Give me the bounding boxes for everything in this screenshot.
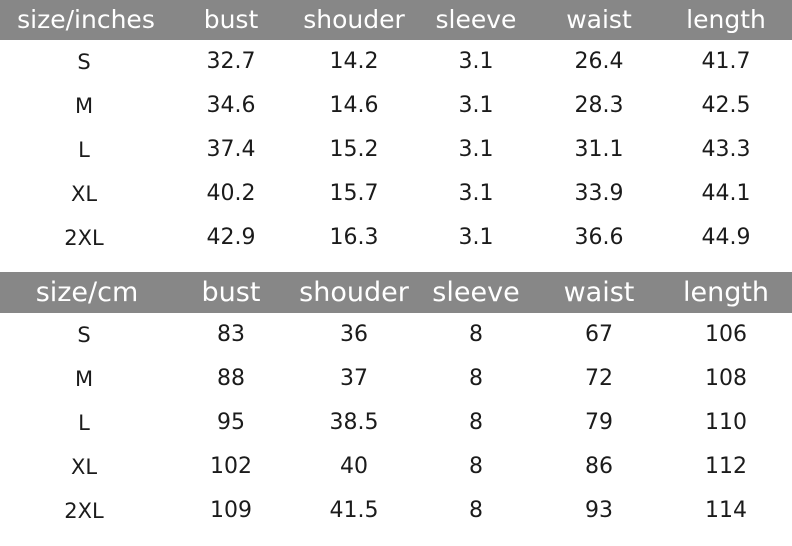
cell-shoulder: 40 [294, 445, 414, 489]
cell-sleeve: 3.1 [414, 84, 538, 128]
header-row: size/cm bust shouder sleeve waist length [0, 272, 792, 313]
column-header-sleeve: sleeve [432, 277, 520, 308]
cell-size: XL [0, 172, 168, 216]
cell-sleeve: 3.1 [414, 128, 538, 172]
cell-bust: 37.4 [168, 128, 294, 172]
cell-waist: 33.9 [538, 172, 660, 216]
table-row: S 32.7 14.2 3.1 26.4 41.7 [0, 40, 792, 84]
cell-length: 108 [660, 357, 792, 401]
column-header-sleeve: sleeve [435, 5, 517, 34]
column-header-bust: bust [203, 5, 259, 34]
column-header-shoulder: shouder [303, 5, 405, 34]
column-header-size-cm: size/cm [35, 277, 139, 308]
cm-table-body: S 83 36 8 67 106 M 88 37 8 72 108 L 95 3… [0, 313, 792, 533]
column-header-waist: waist [566, 5, 632, 34]
cell-waist: 26.4 [538, 40, 660, 84]
cell-length: 112 [660, 445, 792, 489]
cell-length: 41.7 [660, 40, 792, 84]
table-divider [0, 260, 792, 272]
cell-size: L [0, 401, 168, 445]
cell-shoulder: 14.6 [294, 84, 414, 128]
cell-waist: 93 [538, 489, 660, 533]
cell-waist: 36.6 [538, 216, 660, 260]
cell-shoulder: 38.5 [294, 401, 414, 445]
cell-shoulder: 36 [294, 313, 414, 357]
cell-shoulder: 15.7 [294, 172, 414, 216]
inches-table-body: S 32.7 14.2 3.1 26.4 41.7 M 34.6 14.6 3.… [0, 40, 792, 260]
cell-size: 2XL [0, 216, 168, 260]
cell-waist: 67 [538, 313, 660, 357]
cell-size: S [0, 313, 168, 357]
table-row: S 83 36 8 67 106 [0, 313, 792, 357]
cell-sleeve: 3.1 [414, 216, 538, 260]
cell-sleeve: 8 [414, 357, 538, 401]
cell-size: L [0, 128, 168, 172]
cell-bust: 40.2 [168, 172, 294, 216]
cell-waist: 79 [538, 401, 660, 445]
cell-bust: 83 [168, 313, 294, 357]
column-header-length: length [686, 5, 766, 34]
cell-bust: 102 [168, 445, 294, 489]
inches-table-header: size/inches bust shouder sleeve waist le… [0, 0, 792, 40]
cell-bust: 109 [168, 489, 294, 533]
table-row: 2XL 42.9 16.3 3.1 36.6 44.9 [0, 216, 792, 260]
column-header-size-inches: size/inches [17, 5, 155, 34]
cell-waist: 31.1 [538, 128, 660, 172]
cell-length: 43.3 [660, 128, 792, 172]
cell-bust: 88 [168, 357, 294, 401]
cell-sleeve: 8 [414, 401, 538, 445]
cell-bust: 34.6 [168, 84, 294, 128]
cell-shoulder: 16.3 [294, 216, 414, 260]
cell-shoulder: 41.5 [294, 489, 414, 533]
cell-waist: 86 [538, 445, 660, 489]
table-row: L 95 38.5 8 79 110 [0, 401, 792, 445]
column-header-shoulder: shouder [299, 277, 409, 308]
cell-sleeve: 3.1 [414, 172, 538, 216]
table-row: XL 40.2 15.7 3.1 33.9 44.1 [0, 172, 792, 216]
cell-sleeve: 3.1 [414, 40, 538, 84]
table-row: 2XL 109 41.5 8 93 114 [0, 489, 792, 533]
cell-length: 114 [660, 489, 792, 533]
cell-sleeve: 8 [414, 489, 538, 533]
cell-length: 44.9 [660, 216, 792, 260]
table-row: M 88 37 8 72 108 [0, 357, 792, 401]
size-chart-inches-table: size/inches bust shouder sleeve waist le… [0, 0, 792, 260]
cell-size: S [0, 40, 168, 84]
table-row: M 34.6 14.6 3.1 28.3 42.5 [0, 84, 792, 128]
cell-bust: 95 [168, 401, 294, 445]
table-row: XL 102 40 8 86 112 [0, 445, 792, 489]
column-header-bust: bust [201, 277, 261, 308]
size-chart-cm-table: size/cm bust shouder sleeve waist length… [0, 272, 792, 533]
cell-shoulder: 37 [294, 357, 414, 401]
cm-table-header: size/cm bust shouder sleeve waist length [0, 272, 792, 313]
cell-length: 110 [660, 401, 792, 445]
size-chart: size/inches bust shouder sleeve waist le… [0, 0, 792, 546]
cell-size: M [0, 84, 168, 128]
header-row: size/inches bust shouder sleeve waist le… [0, 0, 792, 40]
cell-sleeve: 8 [414, 313, 538, 357]
cell-length: 42.5 [660, 84, 792, 128]
cell-size: M [0, 357, 168, 401]
table-row: L 37.4 15.2 3.1 31.1 43.3 [0, 128, 792, 172]
cell-waist: 72 [538, 357, 660, 401]
cell-size: 2XL [0, 489, 168, 533]
cell-size: XL [0, 445, 168, 489]
cell-shoulder: 15.2 [294, 128, 414, 172]
column-header-length: length [682, 277, 770, 308]
cell-bust: 32.7 [168, 40, 294, 84]
cell-length: 106 [660, 313, 792, 357]
cell-shoulder: 14.2 [294, 40, 414, 84]
cell-bust: 42.9 [168, 216, 294, 260]
cell-waist: 28.3 [538, 84, 660, 128]
cell-length: 44.1 [660, 172, 792, 216]
column-header-waist: waist [563, 277, 635, 308]
cell-sleeve: 8 [414, 445, 538, 489]
